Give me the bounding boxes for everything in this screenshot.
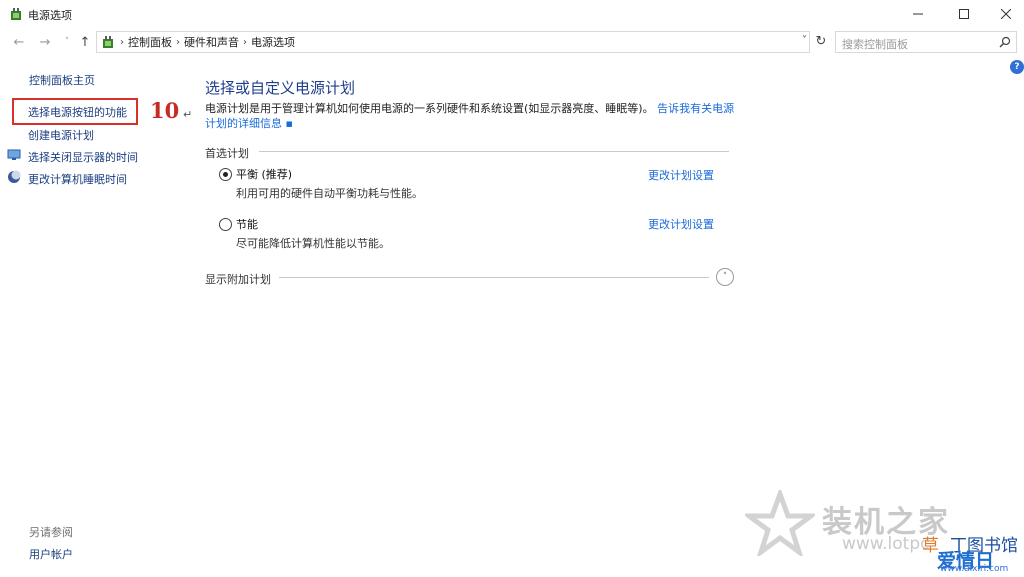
- power-options-window: 电源选项 ← → ˅ ↑ › 控制面板 › 硬件和声音 › 电源选项 ˅ ↻ 搜…: [0, 0, 1024, 577]
- chevron-down-icon: ˅: [722, 272, 728, 282]
- watermark-site: www.lotpc: [842, 534, 930, 554]
- chevron-down-icon: ˅: [64, 37, 70, 47]
- power-options-icon: [11, 8, 21, 20]
- expand-additional-plans-button[interactable]: ˅: [716, 268, 734, 286]
- navigation-bar: ← → ˅ ↑ › 控制面板 › 硬件和声音 › 电源选项 ˅ ↻ 搜索控制面板: [0, 29, 1024, 55]
- close-button[interactable]: [983, 0, 1024, 28]
- step-number: 10: [150, 98, 180, 123]
- sleep-icon: [8, 170, 21, 183]
- breadcrumb-power-options[interactable]: 电源选项: [251, 34, 295, 50]
- refresh-icon: ↻: [815, 34, 827, 49]
- forward-button[interactable]: →: [36, 33, 54, 51]
- step-mark: ↵: [183, 108, 193, 121]
- section-divider: [279, 277, 709, 278]
- arrow-up-icon: ↑: [79, 34, 91, 50]
- help-icon[interactable]: ?: [1010, 60, 1024, 74]
- plan-saver-description: 尽可能降低计算机性能以节能。: [236, 237, 390, 250]
- change-plan-settings-saver[interactable]: 更改计划设置: [648, 216, 714, 232]
- minimize-button[interactable]: [895, 0, 941, 28]
- refresh-button[interactable]: ↻: [813, 35, 829, 51]
- sidebar-item-create-plan[interactable]: 创建电源计划: [28, 127, 94, 143]
- window-title: 电源选项: [28, 9, 72, 22]
- back-button[interactable]: ←: [10, 33, 28, 51]
- breadcrumb-hardware-sound[interactable]: 硬件和声音: [184, 34, 239, 50]
- preferred-plans-label: 首选计划: [205, 147, 249, 160]
- sidebar-item-power-button[interactable]: 选择电源按钮的功能: [28, 104, 127, 120]
- search-box[interactable]: 搜索控制面板: [835, 31, 1017, 53]
- monitor-icon: [7, 149, 21, 160]
- search-placeholder: 搜索控制面板: [842, 38, 908, 51]
- link-icon: ▪: [285, 117, 293, 130]
- sidebar-item-sleep-time[interactable]: 更改计算机睡眠时间: [28, 171, 127, 187]
- breadcrumb-separator-icon: ›: [176, 36, 180, 48]
- breadcrumb-separator-icon: ›: [243, 36, 247, 48]
- arrow-right-icon: →: [39, 34, 51, 50]
- up-button[interactable]: ↑: [76, 33, 94, 51]
- plan-balanced-radio[interactable]: [219, 168, 232, 181]
- title-bar: 电源选项: [0, 0, 1024, 28]
- page-description: 电源计划是用于管理计算机如何使用电源的一系列硬件和系统设置(如显示器亮度、睡眠等…: [205, 101, 735, 131]
- maximize-button[interactable]: [941, 0, 987, 28]
- change-plan-settings-balanced[interactable]: 更改计划设置: [648, 167, 714, 183]
- plan-balanced-description: 利用可用的硬件自动平衡功耗与性能。: [236, 187, 423, 200]
- description-text: 电源计划是用于管理计算机如何使用电源的一系列硬件和系统设置(如显示器亮度、睡眠等…: [205, 102, 654, 115]
- breadcrumb-control-panel[interactable]: 控制面板: [128, 34, 172, 50]
- show-additional-plans-label[interactable]: 显示附加计划: [205, 271, 271, 287]
- breadcrumb-separator-icon: ›: [120, 36, 124, 48]
- close-icon: [1001, 9, 1011, 19]
- section-divider: [259, 151, 729, 152]
- sidebar-item-user-accounts[interactable]: 用户帐户: [29, 546, 73, 562]
- sidebar-item-display-off[interactable]: 选择关闭显示器的时间: [28, 149, 138, 165]
- page-title: 选择或自定义电源计划: [205, 79, 356, 97]
- maximize-icon: [959, 9, 969, 19]
- watermark-star-icon: [745, 490, 815, 556]
- watermark-url: www.aixiri.com: [940, 564, 1009, 574]
- chevron-down-icon[interactable]: ˅: [802, 35, 807, 46]
- plan-saver-radio[interactable]: [219, 218, 232, 231]
- minimize-icon: [913, 13, 923, 15]
- plan-saver-name[interactable]: 节能: [236, 216, 258, 232]
- see-also-heading: 另请参阅: [29, 526, 73, 539]
- address-bar[interactable]: › 控制面板 › 硬件和声音 › 电源选项 ˅: [96, 31, 810, 53]
- recent-locations-button[interactable]: ˅: [58, 33, 76, 51]
- control-panel-icon: [103, 36, 113, 48]
- sidebar-item-home[interactable]: 控制面板主页: [29, 72, 95, 88]
- plan-balanced-name[interactable]: 平衡 (推荐): [236, 166, 292, 182]
- arrow-left-icon: ←: [13, 34, 25, 50]
- search-icon: [999, 36, 1011, 48]
